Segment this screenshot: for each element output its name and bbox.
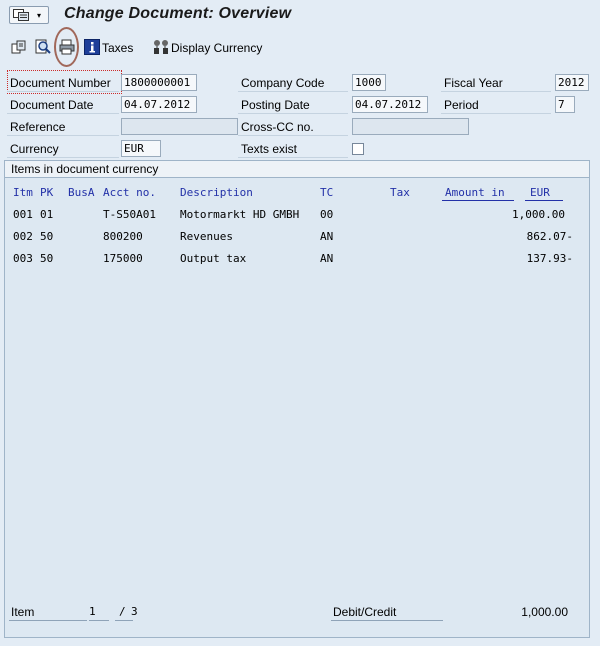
cell-tc: AN — [320, 230, 334, 243]
cross-cc-label: Cross-CC no. — [238, 118, 348, 136]
amount-header-underline — [442, 200, 514, 201]
reference-label: Reference — [7, 118, 119, 136]
posting-date-label: Posting Date — [238, 96, 348, 114]
cell-pk: 50 — [40, 230, 54, 243]
cell-description: Output tax — [180, 252, 247, 265]
debit-credit-label: Debit/Credit — [333, 605, 397, 619]
debit-credit-value: 1,000.00 — [521, 605, 568, 619]
cell-acct[interactable]: 175000 — [103, 252, 143, 265]
item-label-underline — [9, 620, 87, 621]
document-number-label: Document Number — [7, 74, 119, 92]
fiscal-year-field[interactable]: 2012 — [555, 74, 589, 91]
col-header-tc[interactable]: TC — [320, 186, 333, 199]
cell-itm: 001 — [13, 208, 33, 221]
cell-tc: 00 — [320, 208, 334, 221]
cell-itm: 003 — [13, 252, 33, 265]
cell-description: Motormarkt HD GMBH — [180, 208, 300, 221]
currency-label: Currency — [7, 140, 119, 158]
currency-header-underline — [525, 200, 563, 201]
document-number-field[interactable]: 1800000001 — [121, 74, 197, 91]
col-header-busa[interactable]: BusA — [68, 186, 95, 199]
fiscal-year-label: Fiscal Year — [441, 74, 551, 92]
cell-amount: 137.93- — [526, 252, 573, 265]
system-menu-button[interactable]: ▾ — [9, 6, 49, 24]
item-separator: / — [119, 605, 126, 618]
cell-acct[interactable]: T-S50A01 — [103, 208, 156, 221]
info-icon[interactable] — [84, 39, 100, 55]
debit-credit-underline — [331, 620, 443, 621]
currency-field[interactable]: EUR — [121, 140, 161, 157]
cross-cc-field[interactable] — [352, 118, 469, 135]
item-current-field[interactable]: 1 — [89, 605, 96, 618]
items-panel: Items in document currency Itm PK BusA A… — [4, 160, 590, 638]
document-date-field[interactable]: 04.07.2012 — [121, 96, 197, 113]
highlight-circle — [54, 27, 79, 67]
item-total: 3 — [131, 605, 138, 618]
company-code-label: Company Code — [238, 74, 348, 92]
col-header-amount[interactable]: Amount in — [445, 186, 505, 199]
period-field[interactable]: 7 — [555, 96, 575, 113]
item-current-underline — [89, 620, 109, 621]
taxes-button[interactable]: Taxes — [102, 41, 133, 55]
col-header-currency[interactable]: EUR — [530, 186, 550, 199]
cell-tc: AN — [320, 252, 334, 265]
other-document-icon[interactable] — [11, 39, 27, 55]
item-total-underline — [115, 620, 133, 621]
display-currency-icon[interactable] — [153, 39, 169, 55]
company-code-field[interactable]: 1000 — [352, 74, 386, 91]
document-search-icon[interactable] — [35, 39, 51, 55]
cell-pk: 01 — [40, 208, 54, 221]
cell-pk: 50 — [40, 252, 54, 265]
document-date-label: Document Date — [7, 96, 119, 114]
system-menu-icon — [13, 9, 29, 21]
period-label: Period — [441, 96, 551, 114]
texts-exist-label: Texts exist — [238, 140, 348, 158]
page-title: Change Document: Overview — [64, 5, 292, 22]
reference-field[interactable] — [121, 118, 238, 135]
posting-date-field[interactable]: 04.07.2012 — [352, 96, 428, 113]
cell-amount: 1,000.00 — [512, 208, 565, 221]
item-label: Item — [11, 605, 35, 619]
col-header-pk[interactable]: PK — [40, 186, 53, 199]
col-header-itm[interactable]: Itm — [13, 186, 33, 199]
cell-acct[interactable]: 800200 — [103, 230, 143, 243]
chevron-down-icon: ▾ — [37, 11, 42, 20]
col-header-description[interactable]: Description — [180, 186, 253, 199]
application-toolbar: Taxes Display Currency — [0, 27, 600, 67]
cell-itm: 002 — [13, 230, 33, 243]
cell-description: Revenues — [180, 230, 233, 243]
display-currency-button[interactable]: Display Currency — [171, 41, 262, 55]
col-header-tax[interactable]: Tax — [390, 186, 410, 199]
title-bar: ▾ Change Document: Overview — [0, 0, 600, 31]
texts-exist-checkbox[interactable] — [352, 143, 364, 155]
col-header-acct[interactable]: Acct no. — [103, 186, 156, 199]
items-panel-title: Items in document currency — [5, 161, 589, 178]
cell-amount: 862.07- — [526, 230, 573, 243]
